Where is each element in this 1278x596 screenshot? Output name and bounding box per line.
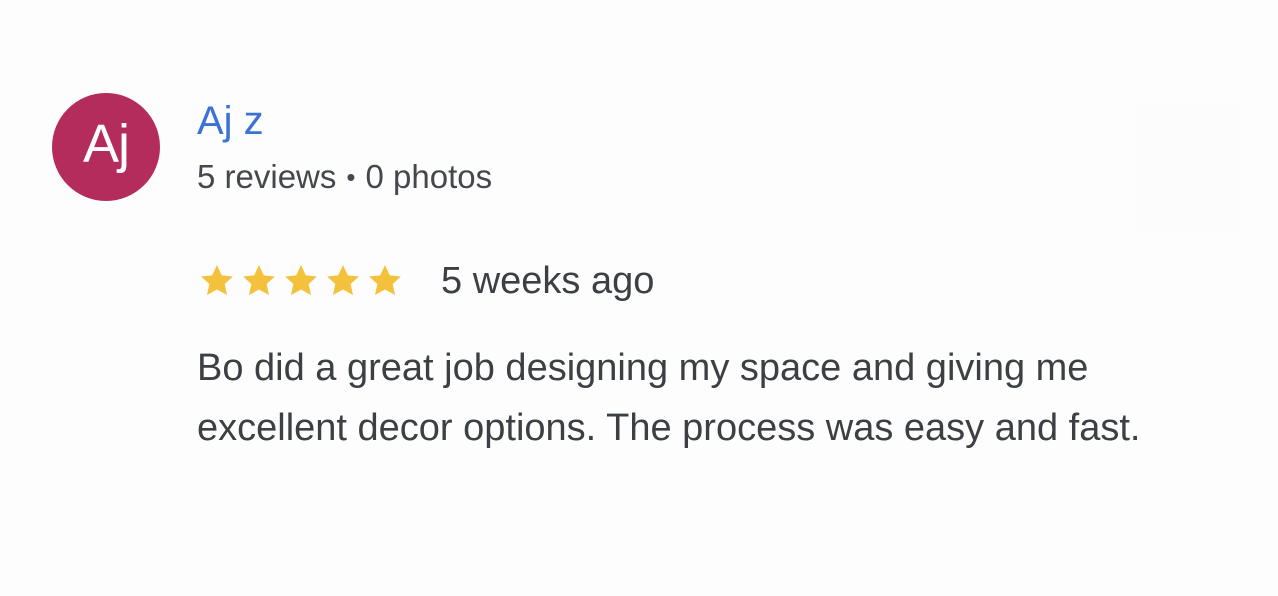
review-text: Bo did a great job designing my space an…	[197, 347, 1141, 449]
review-actions-area[interactable]	[1136, 106, 1240, 230]
star-rating	[197, 261, 407, 301]
star-icon	[285, 265, 317, 295]
review-card: Aj Aj z 5 reviews • 0 photos 5 weeks ago…	[0, 0, 1278, 596]
star-icon	[201, 265, 233, 295]
star-icon	[369, 265, 401, 295]
reviews-count: 5 reviews	[197, 158, 337, 195]
star-icon	[243, 265, 275, 295]
review-time: 5 weeks ago	[441, 260, 655, 302]
reviewer-name[interactable]: Aj z	[197, 96, 264, 146]
photos-count: 0 photos	[365, 158, 493, 195]
star-icon	[327, 265, 359, 295]
reviewer-meta: 5 reviews • 0 photos	[197, 156, 492, 198]
avatar-initials: Aj	[82, 114, 130, 174]
avatar[interactable]: Aj	[52, 93, 160, 201]
rating-row: 5 weeks ago	[197, 256, 654, 306]
meta-separator: •	[346, 162, 356, 192]
